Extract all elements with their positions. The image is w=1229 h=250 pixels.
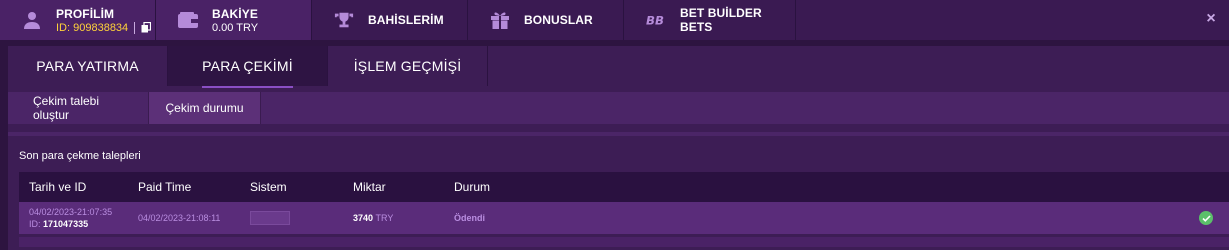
table-header: Tarih ve ID Paid Time Sistem Miktar Duru…	[19, 172, 1229, 202]
user-icon	[22, 10, 42, 30]
row-id: ID: 171047335	[29, 219, 128, 229]
header-system: Sistem	[250, 180, 287, 194]
balance-amount: 0.00 TRY	[212, 21, 259, 34]
row-status: Ödendi	[454, 213, 485, 223]
tab-withdraw[interactable]: PARA ÇEKİMİ	[168, 46, 328, 88]
user-id-text: ID: 909838834	[56, 21, 129, 34]
cell-amount: 3740 TRY	[343, 202, 444, 234]
tab-withdraw-label: PARA ÇEKİMİ	[202, 58, 293, 74]
row-currency: TRY	[375, 213, 394, 223]
tab-withdraw-label-wrap: PARA ÇEKİMİ	[202, 58, 293, 88]
profile-title: PROFİLİM	[56, 6, 115, 21]
trophy-icon	[334, 10, 354, 30]
main-tabs: PARA YATIRMA PARA ÇEKİMİ İŞLEM GEÇMİŞİ	[8, 46, 488, 88]
row-date: 04/02/2023-21:07:35	[29, 207, 113, 217]
tab-history-label: İŞLEM GEÇMİŞİ	[353, 58, 462, 74]
row-paid-time: 04/02/2023-21:08:11	[138, 213, 221, 223]
tab-deposit[interactable]: PARA YATIRMA	[8, 46, 168, 86]
account-top-bar: PROFİLİM ID: 909838834 BAKİYE 0.00 TRY B…	[0, 0, 1229, 40]
cell-paid-time: 04/02/2023-21:08:11	[128, 202, 240, 234]
row-amount: 3740 TRY	[353, 213, 444, 223]
header-date-id: Tarih ve ID	[29, 180, 87, 194]
subtab-create-request[interactable]: Çekim talebi oluştur	[8, 92, 149, 124]
row-amount-value: 3740	[353, 213, 374, 223]
balance-title: BAKİYE	[212, 6, 258, 21]
bonuses-label: BONUSLAR	[524, 13, 593, 27]
copy-icon[interactable]	[134, 21, 152, 34]
tab-deposit-label: PARA YATIRMA	[36, 58, 139, 74]
wallet-icon	[178, 10, 198, 30]
bonuses-tab[interactable]: BONUSLAR	[468, 0, 624, 40]
cell-system	[240, 202, 343, 234]
bet-builder-label: BET BUİLDER BETS	[680, 6, 762, 34]
table-row[interactable]: 04/02/2023-21:07:35 ID: 171047335 04/02/…	[19, 202, 1229, 234]
tab-history[interactable]: İŞLEM GEÇMİŞİ	[328, 46, 488, 86]
withdrawals-table: Tarih ve ID Paid Time Sistem Miktar Duru…	[19, 172, 1229, 247]
table-row-partial[interactable]	[19, 237, 1229, 247]
bet-builder-tab[interactable]: BB BET BUİLDER BETS	[624, 0, 796, 40]
my-bets-tab[interactable]: BAHİSLERİM	[312, 0, 468, 40]
close-icon[interactable]: ×	[1201, 9, 1221, 29]
cell-status: Ödendi	[444, 202, 1229, 234]
subtab-withdraw-status[interactable]: Çekim durumu	[149, 92, 261, 124]
section-title: Son para çekme talepleri	[19, 150, 141, 162]
account-panel: PARA YATIRMA PARA ÇEKİMİ İŞLEM GEÇMİŞİ Ç…	[8, 46, 1229, 250]
check-icon	[1199, 211, 1213, 225]
divider	[8, 132, 1229, 136]
balance-tab[interactable]: BAKİYE 0.00 TRY	[156, 0, 312, 40]
user-id: ID: 909838834	[56, 21, 152, 34]
header-status: Durum	[454, 180, 491, 194]
header-amount: Miktar	[353, 180, 386, 194]
sub-tabs: Çekim talebi oluştur Çekim durumu	[8, 92, 1229, 124]
my-bets-label: BAHİSLERİM	[368, 13, 444, 27]
bet-builder-logo-icon: BB	[646, 10, 666, 30]
row-id-value: 171047335	[43, 219, 89, 229]
row-id-label: ID:	[29, 219, 41, 229]
active-tab-underline	[202, 86, 293, 88]
gift-icon	[490, 10, 510, 30]
svg-text:BB: BB	[646, 14, 664, 27]
profile-tab[interactable]: PROFİLİM ID: 909838834	[0, 0, 156, 40]
cell-date-id: 04/02/2023-21:07:35 ID: 171047335	[19, 202, 128, 234]
header-paid-time: Paid Time	[138, 180, 192, 194]
payment-system-logo	[250, 211, 290, 225]
